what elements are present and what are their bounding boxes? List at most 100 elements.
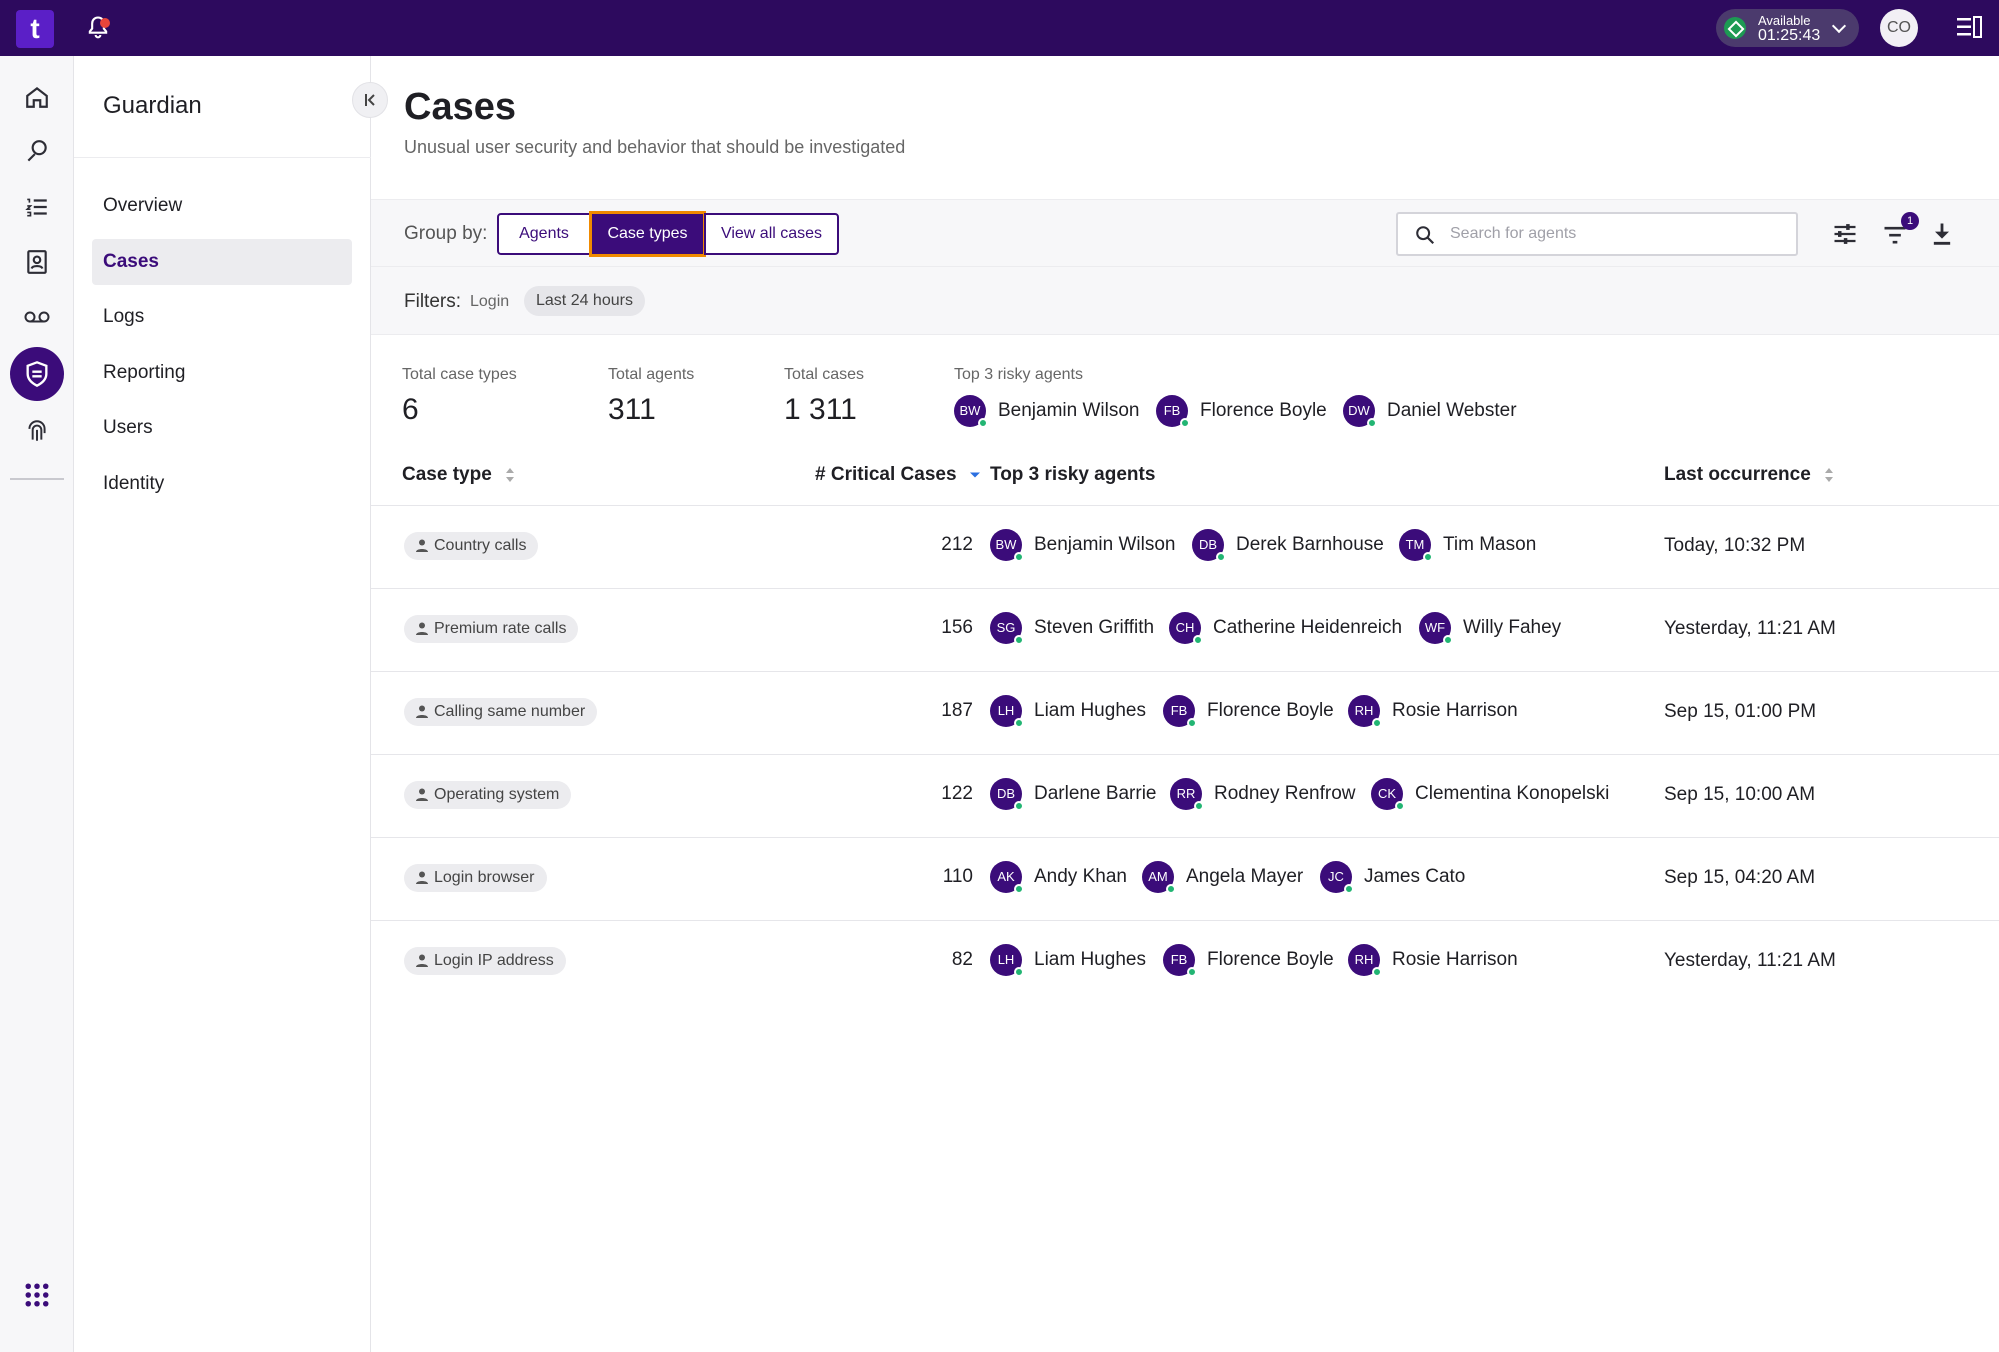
case-type-chip[interactable]: Login IP address	[404, 947, 566, 975]
column-header-case-type[interactable]: Case type	[402, 464, 515, 486]
last-occurrence: Yesterday, 11:21 AM	[1664, 618, 1836, 639]
home-icon	[26, 86, 48, 108]
rail-guardian[interactable]	[10, 347, 64, 401]
table-row[interactable]: Login browser 110 AK Andy Khan AM Angela M…	[371, 837, 1999, 920]
critical-cases-count: 156	[941, 617, 973, 638]
nav-item-users[interactable]: Users	[92, 405, 352, 451]
adjust-columns-icon[interactable]	[1831, 220, 1859, 248]
top-bar: t Available 01:25:43 CO	[0, 0, 1999, 56]
agent-avatar: CK	[1371, 778, 1405, 811]
group-by-toolbar: Group by: Agents Case types View all cas…	[371, 199, 1999, 267]
row-agent[interactable]: RR Rodney Renfrow	[1170, 778, 1356, 811]
main-content: Cases Unusual user security and behavior…	[371, 56, 1999, 1352]
fingerprint-icon	[28, 420, 46, 441]
agent-name: Catherine Heidenreich	[1213, 617, 1403, 638]
agent-avatar: RH	[1348, 944, 1382, 977]
sort-icon	[506, 467, 515, 482]
agent-avatar: SG	[990, 612, 1024, 645]
apps-grid-icon[interactable]	[22, 1280, 52, 1310]
filter-chip-time-range[interactable]: Last 24 hours	[524, 286, 645, 316]
available-status-icon	[1724, 17, 1746, 39]
group-by-case-types-button[interactable]: Case types	[589, 211, 706, 257]
summary-risky-agent[interactable]: BW Benjamin Wilson	[954, 394, 1140, 428]
group-by-agents-button[interactable]: Agents	[497, 213, 591, 255]
agent-name: Willy Fahey	[1463, 617, 1562, 638]
row-agent[interactable]: RH Rosie Harrison	[1348, 695, 1518, 728]
table-row[interactable]: Premium rate calls 156 SG Steven Griffith…	[371, 588, 1999, 671]
nav-item-reporting[interactable]: Reporting	[92, 350, 352, 396]
nav-item-logs[interactable]: Logs	[92, 294, 352, 340]
row-agent[interactable]: TM Tim Mason	[1399, 529, 1537, 562]
online-status-dot	[978, 418, 988, 428]
case-type-chip[interactable]: Calling same number	[404, 698, 598, 726]
nav-title: Guardian	[103, 92, 202, 119]
table-row[interactable]: Country calls 212 BW Benjamin Wilson DB De…	[371, 505, 1999, 588]
online-status-dot	[1367, 418, 1377, 428]
agent-avatar: FB	[1163, 944, 1197, 977]
total-cases-label: Total cases	[784, 366, 865, 383]
row-agent[interactable]: WF Willy Fahey	[1419, 612, 1562, 645]
row-agent[interactable]: CK Clementina Konopelski	[1371, 778, 1609, 811]
row-agent[interactable]: FB Florence Boyle	[1163, 944, 1334, 977]
voicemail-icon	[24, 311, 50, 323]
table-row[interactable]: Operating system 122 DB Darlene Barrie RR…	[371, 754, 1999, 837]
row-agent[interactable]: BW Benjamin Wilson	[990, 529, 1176, 562]
case-type-chip[interactable]: Country calls	[404, 532, 539, 560]
user-avatar[interactable]: CO	[1880, 9, 1918, 47]
page-subtitle: Unusual user security and behavior that …	[404, 137, 906, 157]
agent-avatar: DB	[990, 778, 1024, 811]
filter-login[interactable]: Login	[470, 293, 509, 311]
row-agent[interactable]: AM Angela Mayer	[1142, 861, 1304, 894]
column-header-last-occurrence[interactable]: Last occurrence	[1664, 464, 1834, 486]
case-type-chip[interactable]: Login browser	[404, 864, 547, 892]
row-agent[interactable]: LH Liam Hughes	[990, 695, 1146, 728]
rail-divider	[10, 478, 64, 480]
row-agent[interactable]: CH Catherine Heidenreich	[1169, 612, 1403, 645]
agent-name: Liam Hughes	[1034, 700, 1146, 721]
rail-identity[interactable]	[14, 408, 60, 454]
row-agent[interactable]: SG Steven Griffith	[990, 612, 1154, 645]
table-row[interactable]: Login IP address 82 LH Liam Hughes FB Flor…	[371, 920, 1999, 1003]
row-agent[interactable]: DB Derek Barnhouse	[1192, 529, 1384, 562]
agent-avatar: DW	[1343, 395, 1377, 428]
nav-item-cases[interactable]: Cases	[92, 239, 352, 285]
row-agent[interactable]: JC James Cato	[1320, 861, 1465, 894]
agent-name: Angela Mayer	[1186, 866, 1304, 887]
summary-risky-agent[interactable]: FB Florence Boyle	[1156, 394, 1327, 428]
rail-analytics[interactable]	[14, 129, 60, 175]
nav-item-identity[interactable]: Identity	[92, 461, 352, 507]
case-type-chip[interactable]: Premium rate calls	[404, 615, 579, 643]
app-logo[interactable]: t	[16, 10, 54, 48]
rail-voicemail[interactable]	[14, 294, 60, 340]
row-agent[interactable]: LH Liam Hughes	[990, 944, 1146, 977]
row-agent[interactable]: RH Rosie Harrison	[1348, 944, 1518, 977]
availability-status-dropdown[interactable]: Available 01:25:43	[1716, 9, 1859, 47]
nav-item-overview[interactable]: Overview	[92, 183, 352, 229]
row-agent[interactable]: AK Andy Khan	[990, 861, 1127, 894]
agent-search-field[interactable]: Search for agents	[1396, 212, 1798, 256]
total-case-types-label: Total case types	[402, 366, 517, 383]
table-row[interactable]: Calling same number 187 LH Liam Hughes FB…	[371, 671, 1999, 754]
rail-home[interactable]	[14, 74, 60, 120]
agent-name: Darlene Barrie	[1034, 783, 1157, 804]
critical-cases-count: 110	[942, 866, 973, 887]
agent-name: Rodney Renfrow	[1214, 783, 1356, 804]
column-header-critical-cases[interactable]: # Critical Cases	[815, 464, 980, 486]
online-status-dot	[1014, 552, 1024, 562]
view-all-cases-button[interactable]: View all cases	[704, 213, 839, 255]
row-agent[interactable]: DB Darlene Barrie	[990, 778, 1157, 811]
person-icon	[416, 705, 428, 718]
person-icon	[416, 539, 428, 552]
rail-contacts[interactable]	[14, 239, 60, 285]
agent-name: Benjamin Wilson	[998, 400, 1140, 421]
side-panel-icon[interactable]	[1956, 16, 1982, 38]
contact-book-icon	[27, 250, 47, 274]
agent-name: Tim Mason	[1443, 534, 1537, 555]
total-cases-value: 1 311	[784, 393, 857, 426]
case-type-chip[interactable]: Operating system	[404, 781, 572, 809]
download-icon[interactable]	[1928, 220, 1956, 248]
agent-name: Rosie Harrison	[1392, 700, 1518, 721]
rail-list[interactable]	[14, 184, 60, 230]
summary-risky-agent[interactable]: DW Daniel Webster	[1343, 394, 1517, 428]
row-agent[interactable]: FB Florence Boyle	[1163, 695, 1334, 728]
